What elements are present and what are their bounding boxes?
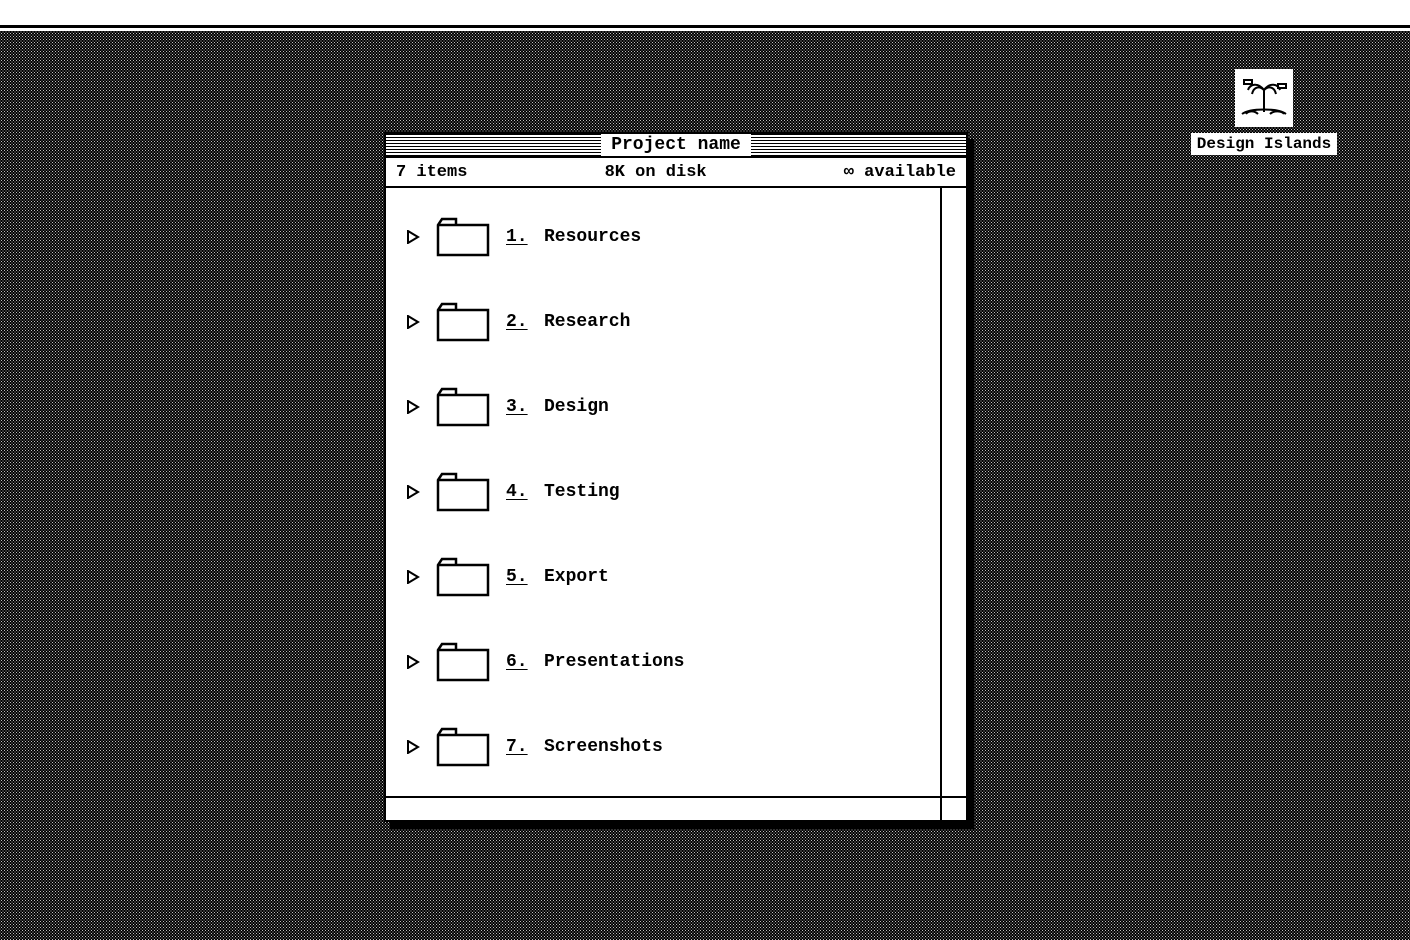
folder-icon — [436, 217, 490, 257]
folder-number: 4. — [506, 482, 528, 502]
folder-row[interactable]: 7. Screenshots — [406, 724, 920, 770]
disclosure-triangle-icon[interactable] — [406, 400, 420, 414]
folder-row[interactable]: 4. Testing — [406, 469, 920, 515]
folder-icon — [436, 557, 490, 597]
folder-name: Export — [544, 567, 609, 587]
folder-number: 1. — [506, 227, 528, 247]
disclosure-triangle-icon[interactable] — [406, 570, 420, 584]
disclosure-triangle-icon[interactable] — [406, 485, 420, 499]
folder-number: 6. — [506, 652, 528, 672]
folder-row[interactable]: 3. Design — [406, 384, 920, 430]
disclosure-triangle-icon[interactable] — [406, 230, 420, 244]
info-items: 7 items — [396, 163, 467, 182]
disclosure-triangle-icon[interactable] — [406, 740, 420, 754]
folder-list: 1. Resources 2. Research — [386, 188, 942, 796]
disclosure-triangle-icon[interactable] — [406, 655, 420, 669]
disclosure-triangle-icon[interactable] — [406, 315, 420, 329]
horizontal-scrollbar[interactable] — [386, 798, 942, 820]
folder-number: 2. — [506, 312, 528, 332]
disk-design-islands[interactable]: Design Islands — [1204, 69, 1324, 155]
folder-name: Design — [544, 397, 609, 417]
folder-icon — [436, 302, 490, 342]
info-available: ∞ available — [844, 163, 956, 182]
vertical-scrollbar[interactable] — [942, 188, 966, 796]
folder-row[interactable]: 5. Export — [406, 554, 920, 600]
resize-grow-box[interactable] — [942, 798, 966, 820]
folder-name: Presentations — [544, 652, 684, 672]
folder-row[interactable]: 2. Research — [406, 299, 920, 345]
folder-number: 7. — [506, 737, 528, 757]
folder-row[interactable]: 6. Presentations — [406, 639, 920, 685]
finder-window: Project name 7 items 8K on disk ∞ availa… — [384, 132, 968, 822]
window-title: Project name — [601, 134, 751, 156]
island-icon — [1235, 69, 1293, 127]
info-bar: 7 items 8K on disk ∞ available — [386, 158, 966, 188]
folder-row[interactable]: 1. Resources — [406, 214, 920, 260]
folder-number: 3. — [506, 397, 528, 417]
folder-name: Testing — [544, 482, 620, 502]
folder-icon — [436, 642, 490, 682]
folder-name: Screenshots — [544, 737, 663, 757]
disk-label: Design Islands — [1191, 133, 1337, 155]
desktop[interactable]: Design Islands Project name 7 items 8K o… — [0, 31, 1410, 940]
info-disk: 8K on disk — [605, 163, 707, 182]
folder-icon — [436, 727, 490, 767]
folder-name: Research — [544, 312, 630, 332]
folder-number: 5. — [506, 567, 528, 587]
folder-name: Resources — [544, 227, 641, 247]
folder-icon — [436, 472, 490, 512]
title-bar[interactable]: Project name — [386, 134, 966, 158]
folder-icon — [436, 387, 490, 427]
menu-bar[interactable] — [0, 0, 1410, 28]
